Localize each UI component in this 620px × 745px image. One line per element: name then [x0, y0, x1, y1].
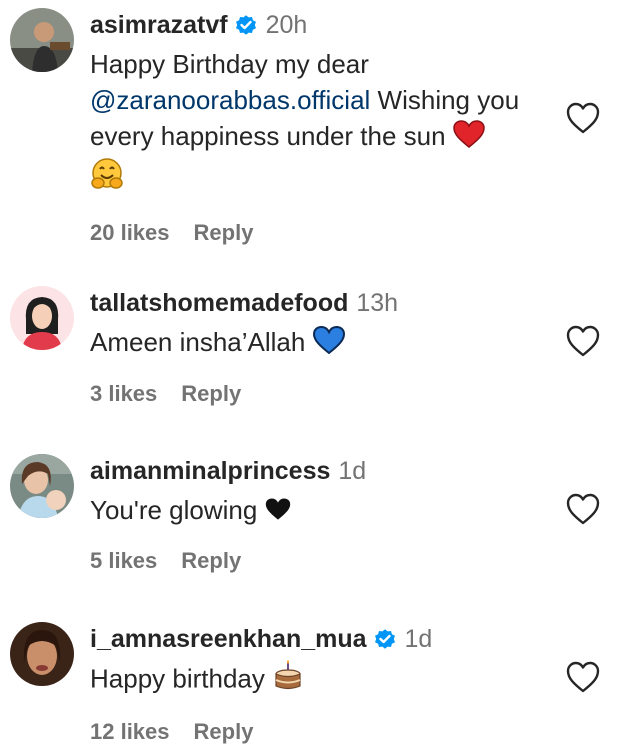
like-count[interactable]: 3 likes [90, 381, 157, 406]
like-heart-icon[interactable] [565, 324, 601, 358]
like-heart-icon[interactable] [565, 660, 601, 694]
comment-item: i_amnasreenkhan_mua 1d Happy birthday 12… [0, 620, 620, 744]
comment-text: Ameen insha’Allah [90, 324, 560, 363]
reply-button[interactable]: Reply [194, 719, 254, 744]
avatar[interactable] [10, 622, 74, 686]
comment-username[interactable]: aimanminalprincess [90, 456, 330, 486]
mention-link[interactable]: @zaranoorabbas.official [90, 85, 370, 115]
verified-badge-icon [234, 13, 258, 37]
comment-item: tallatshomemadefood 13h Ameen insha’Alla… [0, 284, 620, 414]
comment-username[interactable]: i_amnasreenkhan_mua [90, 624, 367, 654]
comment-timestamp[interactable]: 13h [356, 288, 398, 318]
black-heart-emoji-icon [265, 494, 291, 530]
comment-item: asimrazatvf 20h Happy Birthday my dear @… [0, 0, 620, 250]
comment-text-line: Ameen insha’Allah [90, 327, 306, 357]
comment-timestamp[interactable]: 1d [338, 456, 366, 486]
birthday-cake-emoji-icon [272, 660, 304, 701]
avatar[interactable] [10, 8, 74, 72]
comment-text-line: Happy birthday [90, 663, 265, 694]
reply-button[interactable]: Reply [194, 220, 254, 245]
like-heart-icon[interactable] [565, 492, 601, 526]
comment-username[interactable]: asimrazatvf [90, 10, 228, 40]
avatar[interactable] [10, 286, 74, 350]
verified-badge-icon [373, 627, 397, 651]
hugging-face-emoji-icon [90, 157, 124, 200]
reply-button[interactable]: Reply [181, 381, 241, 406]
reply-button[interactable]: Reply [181, 548, 241, 573]
comment-text-line: You're glowing [90, 495, 258, 525]
avatar[interactable] [10, 454, 74, 518]
blue-heart-emoji-icon [312, 325, 345, 363]
comment-text: Happy birthday [90, 660, 560, 701]
comment-timestamp[interactable]: 20h [266, 10, 308, 40]
comment-username[interactable]: tallatshomemadefood [90, 288, 348, 318]
like-count[interactable]: 20 likes [90, 220, 170, 245]
like-count[interactable]: 12 likes [90, 719, 170, 744]
comment-item: aimanminalprincess 1d You're glowing 5 l… [0, 452, 620, 582]
comment-text: You're glowing [90, 492, 560, 530]
red-heart-emoji-icon [453, 119, 485, 157]
like-heart-icon[interactable] [565, 101, 601, 135]
comment-text-line: Happy Birthday my dear [90, 49, 369, 79]
like-count[interactable]: 5 likes [90, 548, 157, 573]
comment-timestamp[interactable]: 1d [405, 624, 433, 654]
comment-text: Happy Birthday my dear @zaranoorabbas.of… [90, 46, 560, 200]
